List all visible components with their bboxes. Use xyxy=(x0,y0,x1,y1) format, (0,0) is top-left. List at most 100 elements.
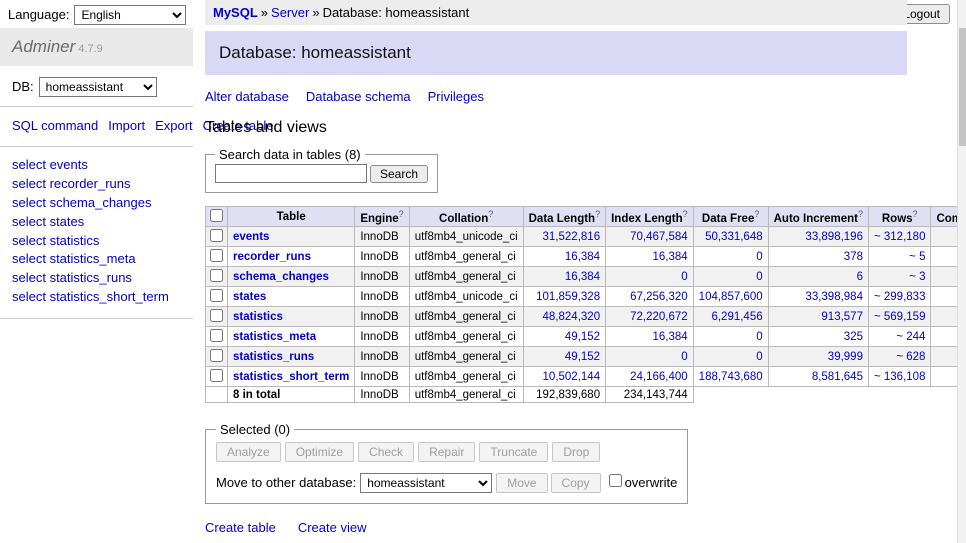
breadcrumb-mysql-link[interactable]: MySQL xyxy=(213,5,258,20)
index-length-link[interactable]: 67,256,320 xyxy=(630,291,688,303)
index-length-link[interactable]: 70,467,584 xyxy=(630,231,688,243)
rows-count-link[interactable]: ~ 312,180 xyxy=(874,231,925,243)
table-name-link[interactable]: states xyxy=(233,291,266,303)
db-action-link[interactable]: Privileges xyxy=(428,89,484,104)
auto-increment-link[interactable]: 33,898,196 xyxy=(805,231,863,243)
auto-increment-link[interactable]: 378 xyxy=(844,251,863,263)
index-length-link[interactable]: 24,166,400 xyxy=(630,371,688,383)
row-checkbox[interactable] xyxy=(210,309,223,322)
language-select[interactable]: English xyxy=(74,5,186,25)
db-action-link[interactable]: Alter database xyxy=(205,89,289,104)
row-checkbox[interactable] xyxy=(210,349,223,362)
data-free-link[interactable]: 50,331,648 xyxy=(705,231,763,243)
row-checkbox[interactable] xyxy=(210,369,223,382)
data-free-link[interactable]: 0 xyxy=(756,271,762,283)
rows-count-link[interactable]: ~ 244 xyxy=(896,331,925,343)
auto-increment-link[interactable]: 325 xyxy=(844,331,863,343)
column-header-data-free: Data Free? xyxy=(693,207,768,227)
table-name-link[interactable]: recorder_runs xyxy=(233,251,311,263)
table-name-link[interactable]: statistics_short_term xyxy=(233,371,349,383)
move-db-select[interactable]: homeassistant xyxy=(360,473,492,493)
data-length-link[interactable]: 31,522,816 xyxy=(543,231,601,243)
db-actions: Alter database Database schema Privileges xyxy=(205,89,907,104)
row-checkbox[interactable] xyxy=(210,229,223,242)
sidebar-table-link[interactable]: select schema_changes xyxy=(12,194,181,213)
sidebar-table-link[interactable]: select statistics_meta xyxy=(12,250,181,269)
sidebar-table-link[interactable]: select recorder_runs xyxy=(12,175,181,194)
rows-count-cell: ~ 299,833 xyxy=(868,287,930,307)
rows-count-link[interactable]: ~ 5 xyxy=(909,251,925,263)
table-name-link[interactable]: statistics_runs xyxy=(233,351,314,363)
table-name-link[interactable]: statistics_meta xyxy=(233,331,316,343)
help-marker: ? xyxy=(399,209,404,219)
page-title: Database: homeassistant xyxy=(205,31,907,75)
data-length-link[interactable]: 10,502,144 xyxy=(543,371,601,383)
index-length-link[interactable]: 0 xyxy=(681,351,687,363)
rows-count-link[interactable]: ~ 136,108 xyxy=(874,371,925,383)
create-link[interactable]: Create view xyxy=(298,520,367,535)
data-length-link[interactable]: 101,859,328 xyxy=(536,291,600,303)
index-length-link[interactable]: 16,384 xyxy=(652,331,687,343)
scrollbar-thumb[interactable] xyxy=(959,28,966,146)
sidebar-table-link[interactable]: select statistics xyxy=(12,232,181,251)
overwrite-checkbox[interactable] xyxy=(609,474,622,487)
bulk-action-button[interactable]: Check xyxy=(358,442,414,462)
data-free-link[interactable]: 104,857,600 xyxy=(699,291,763,303)
table-name-link[interactable]: schema_changes xyxy=(233,271,329,283)
bulk-action-button[interactable]: Truncate xyxy=(479,442,548,462)
table-name-link[interactable]: statistics xyxy=(233,311,283,323)
data-free-link[interactable]: 6,291,456 xyxy=(711,311,762,323)
data-free-link[interactable]: 188,743,680 xyxy=(699,371,763,383)
data-free-link[interactable]: 0 xyxy=(756,331,762,343)
data-length-link[interactable]: 49,152 xyxy=(565,351,600,363)
row-checkbox[interactable] xyxy=(210,249,223,262)
breadcrumb-server-link[interactable]: Server xyxy=(271,5,309,20)
bulk-action-button[interactable]: Drop xyxy=(552,442,600,462)
auto-increment-link[interactable]: 913,577 xyxy=(821,311,863,323)
bulk-action-button[interactable]: Analyze xyxy=(216,442,281,462)
rows-count-link[interactable]: ~ 299,833 xyxy=(874,291,925,303)
rows-count-link[interactable]: ~ 569,159 xyxy=(874,311,925,323)
row-checkbox[interactable] xyxy=(210,269,223,282)
sidebar-action-link[interactable]: Export xyxy=(155,118,193,133)
data-length-link[interactable]: 49,152 xyxy=(565,331,600,343)
db-select[interactable]: homeassistant xyxy=(39,77,157,97)
db-action-link[interactable]: Database schema xyxy=(306,89,411,104)
search-button[interactable]: Search xyxy=(370,165,428,183)
sidebar-action-link[interactable]: SQL command xyxy=(12,118,98,133)
sidebar-table-link[interactable]: select statistics_runs xyxy=(12,269,181,288)
index-length-link[interactable]: 0 xyxy=(681,271,687,283)
auto-increment-link[interactable]: 39,999 xyxy=(828,351,863,363)
auto-increment-link[interactable]: 6 xyxy=(857,271,863,283)
search-fieldset: Search data in tables (8) Search xyxy=(205,147,438,193)
rows-count-link[interactable]: ~ 3 xyxy=(909,271,925,283)
data-free-link[interactable]: 0 xyxy=(756,251,762,263)
data-length-link[interactable]: 16,384 xyxy=(565,251,600,263)
table-name-link[interactable]: events xyxy=(233,231,269,243)
vertical-scrollbar[interactable] xyxy=(957,0,966,543)
index-length-link[interactable]: 72,220,672 xyxy=(630,311,688,323)
engine-cell: InnoDB xyxy=(355,347,409,367)
data-length-link[interactable]: 16,384 xyxy=(565,271,600,283)
auto-increment-link[interactable]: 33,398,984 xyxy=(805,291,863,303)
sidebar-table-link[interactable]: select states xyxy=(12,213,181,232)
sidebar-table-link[interactable]: select events xyxy=(12,156,181,175)
search-input[interactable] xyxy=(215,164,367,183)
data-free-link[interactable]: 0 xyxy=(756,351,762,363)
move-button[interactable]: Move xyxy=(496,473,547,493)
sidebar-action-link[interactable]: Import xyxy=(108,118,145,133)
create-link[interactable]: Create table xyxy=(205,520,276,535)
index-length-link[interactable]: 16,384 xyxy=(652,251,687,263)
overwrite-option[interactable]: overwrite xyxy=(608,475,678,490)
sidebar-table-link[interactable]: select statistics_short_term xyxy=(12,288,181,307)
copy-button[interactable]: Copy xyxy=(551,473,601,493)
table-name-cell: statistics_runs xyxy=(228,347,355,367)
select-all-checkbox[interactable] xyxy=(210,209,223,222)
rows-count-link[interactable]: ~ 628 xyxy=(896,351,925,363)
data-length-link[interactable]: 48,824,320 xyxy=(543,311,601,323)
row-checkbox[interactable] xyxy=(210,289,223,302)
row-checkbox[interactable] xyxy=(210,329,223,342)
bulk-action-button[interactable]: Optimize xyxy=(285,442,354,462)
bulk-action-button[interactable]: Repair xyxy=(418,442,475,462)
auto-increment-link[interactable]: 8,581,645 xyxy=(812,371,863,383)
